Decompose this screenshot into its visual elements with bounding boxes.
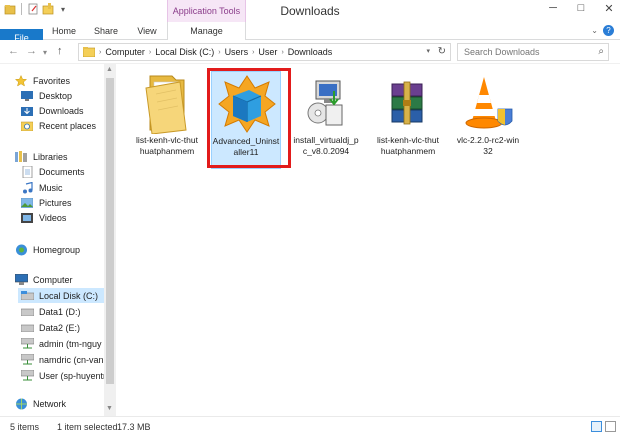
nav-favorites[interactable]: Favorites xyxy=(14,73,70,88)
navigation-pane: Favorites Desktop Downloads Recent place… xyxy=(0,64,117,416)
breadcrumb-computer[interactable]: Computer xyxy=(105,47,145,57)
pictures-icon xyxy=(20,197,34,209)
vlc-icon xyxy=(453,71,523,135)
folder-icon xyxy=(82,46,96,59)
breadcrumb-users[interactable]: Users xyxy=(225,47,249,57)
nav-network-drive-admin[interactable]: admin (tm-nguy xyxy=(20,336,102,351)
music-icon xyxy=(20,181,34,194)
expand-ribbon-icon[interactable]: ⌄ xyxy=(591,26,598,35)
star-icon xyxy=(14,74,28,87)
nav-desktop[interactable]: Desktop xyxy=(20,88,72,103)
nav-network-drive-user[interactable]: User (sp-huyentr xyxy=(20,368,106,383)
tab-manage[interactable]: Manage xyxy=(167,22,246,40)
nav-recent-places[interactable]: Recent places xyxy=(20,118,96,133)
winrar-archive-icon xyxy=(373,71,443,135)
desktop-icon xyxy=(20,90,34,102)
file-item[interactable]: list-kenh-vlc-thut huatphanmem xyxy=(373,71,443,169)
nav-downloads[interactable]: Downloads xyxy=(20,103,84,118)
status-bar: 5 items 1 item selected 17.3 MB xyxy=(0,416,620,438)
back-button[interactable]: ← xyxy=(8,45,19,57)
forward-button[interactable]: → xyxy=(26,45,37,57)
details-view-icon[interactable] xyxy=(591,421,602,432)
help-icon[interactable]: ? xyxy=(603,25,614,36)
breadcrumb-separator-icon: › xyxy=(99,48,102,56)
nav-data1-d[interactable]: Data1 (D:) xyxy=(20,304,81,319)
nav-videos[interactable]: Videos xyxy=(20,210,66,225)
recent-locations-button[interactable]: ▾ xyxy=(43,48,47,57)
address-dropdown-icon[interactable]: ▾ xyxy=(426,47,430,55)
up-button[interactable]: ↑ xyxy=(57,45,63,57)
file-list: list-kenh-vlc-thut huatphanmem Advanced_U… xyxy=(117,64,620,416)
computer-icon xyxy=(14,274,28,286)
videos-icon xyxy=(20,212,34,224)
large-icons-view-icon[interactable] xyxy=(605,421,616,432)
folder-icon xyxy=(132,71,202,135)
breadcrumb-downloads[interactable]: Downloads xyxy=(288,47,333,57)
breadcrumb-user[interactable]: User xyxy=(258,47,277,57)
window-title: Downloads xyxy=(280,4,340,18)
network-drive-icon xyxy=(20,354,34,366)
maximize-button[interactable]: □ xyxy=(574,2,588,15)
title-bar: ▾ Application Tools Downloads ─ □ ✕ xyxy=(0,0,620,22)
minimize-button[interactable]: ─ xyxy=(546,2,560,15)
scroll-down-icon[interactable]: ▼ xyxy=(106,405,113,412)
tab-home[interactable]: Home xyxy=(48,22,80,40)
breadcrumb-separator-icon: › xyxy=(252,48,255,56)
nav-data2-e[interactable]: Data2 (E:) xyxy=(20,320,80,335)
nav-local-disk-c[interactable]: Local Disk (C:) xyxy=(18,288,104,303)
nav-homegroup[interactable]: Homegroup xyxy=(14,242,80,257)
scrollbar-thumb[interactable] xyxy=(106,78,114,384)
network-drive-icon xyxy=(20,338,34,350)
ribbon-tabs: File Home Share View Manage ⌄ ? xyxy=(0,22,620,127)
breadcrumb-separator-icon: › xyxy=(148,48,152,56)
tab-view[interactable]: View xyxy=(132,22,162,40)
file-item[interactable]: vlc-2.2.0-rc2-win 32 xyxy=(453,71,523,169)
recent-places-icon xyxy=(20,120,34,132)
libraries-icon xyxy=(14,151,28,163)
installer-icon xyxy=(291,71,361,135)
nav-pane-scrollbar[interactable]: ▲ ▼ xyxy=(104,64,116,416)
file-name: install_virtualdj_p c_v8.0.2094 xyxy=(293,135,359,156)
tab-share[interactable]: Share xyxy=(88,22,124,40)
status-selection: 1 item selected xyxy=(57,422,118,432)
downloads-icon xyxy=(20,105,34,117)
breadcrumb-local-disk[interactable]: Local Disk (C:) xyxy=(155,47,214,57)
file-item[interactable]: list-kenh-vlc-thut huatphanmem xyxy=(132,71,202,169)
drive-icon xyxy=(20,322,34,334)
search-box[interactable]: ⌕ xyxy=(457,43,609,61)
close-button[interactable]: ✕ xyxy=(602,2,616,15)
drive-icon xyxy=(20,290,34,302)
network-icon xyxy=(14,398,28,410)
address-row: ← → ▾ ↑ › Computer › Local Disk (C:) › U… xyxy=(0,40,620,64)
file-name: list-kenh-vlc-thut huatphanmem xyxy=(136,135,198,156)
homegroup-icon xyxy=(14,244,28,256)
file-item[interactable]: install_virtualdj_p c_v8.0.2094 xyxy=(291,71,361,169)
network-drive-icon xyxy=(20,370,34,382)
breadcrumb-separator-icon: › xyxy=(281,48,284,56)
search-input[interactable] xyxy=(458,44,588,60)
nav-music[interactable]: Music xyxy=(20,180,63,195)
nav-pictures[interactable]: Pictures xyxy=(20,195,72,210)
nav-libraries[interactable]: Libraries xyxy=(14,149,68,164)
annotation-highlight-box xyxy=(207,68,291,168)
nav-network-drive-namdric[interactable]: namdric (cn-van xyxy=(20,352,104,367)
scroll-up-icon[interactable]: ▲ xyxy=(106,66,113,73)
documents-icon xyxy=(20,165,34,178)
status-size: 17.3 MB xyxy=(117,422,151,432)
breadcrumb-separator-icon: › xyxy=(218,48,221,56)
address-bar[interactable]: › Computer › Local Disk (C:) › Users › U… xyxy=(78,43,451,61)
refresh-icon[interactable]: ↻ xyxy=(438,46,446,57)
drive-icon xyxy=(20,306,34,318)
file-name: list-kenh-vlc-thut huatphanmem xyxy=(377,135,439,156)
status-item-count: 5 items xyxy=(10,422,40,432)
nav-network[interactable]: Network xyxy=(14,396,66,411)
nav-computer[interactable]: Computer xyxy=(14,272,73,287)
search-icon[interactable]: ⌕ xyxy=(598,46,604,57)
window-controls: ─ □ ✕ xyxy=(546,2,616,15)
file-name: vlc-2.2.0-rc2-win 32 xyxy=(456,135,520,156)
nav-documents[interactable]: Documents xyxy=(20,164,85,179)
